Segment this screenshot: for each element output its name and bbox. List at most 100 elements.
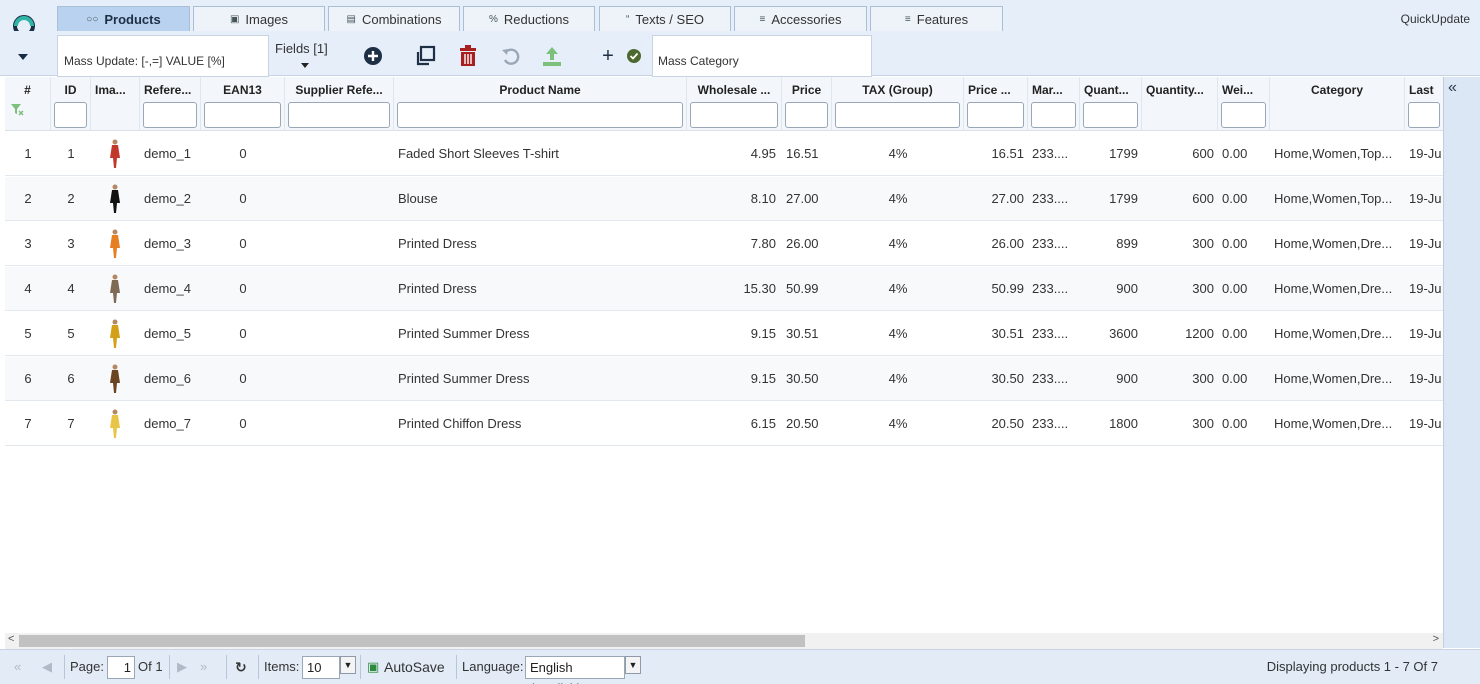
cell-category[interactable]: Home,Women,Dre...	[1270, 312, 1405, 356]
items-per-page-select[interactable]: 10	[302, 656, 340, 679]
cell-last[interactable]: 19-Ju	[1405, 132, 1443, 176]
cell-id[interactable]: 5	[51, 312, 91, 356]
cell-margin[interactable]: 233....	[1028, 177, 1080, 221]
product-thumbnail[interactable]	[101, 408, 129, 440]
save-icon[interactable]: ▣	[367, 659, 379, 675]
cell-weight[interactable]: 0.00	[1218, 357, 1270, 401]
cell-row-number[interactable]: 4	[5, 267, 51, 311]
cell-wholesale-price[interactable]: 4.95	[687, 132, 780, 176]
filter-input-ean13[interactable]	[204, 102, 281, 128]
cell-quantity[interactable]: 1799	[1080, 177, 1142, 221]
filter-input-supplier-reference[interactable]	[288, 102, 390, 128]
cell-ean13[interactable]: 0	[201, 312, 285, 356]
column-header-tax-group[interactable]: TAX (Group)	[832, 77, 964, 131]
filter-input-last[interactable]	[1408, 102, 1440, 128]
cell-weight[interactable]: 0.00	[1218, 402, 1270, 446]
page-number-input[interactable]: 1	[107, 656, 135, 679]
cell-product-name[interactable]: Printed Dress	[394, 267, 687, 311]
cell-quantity-physical[interactable]: 300	[1142, 402, 1218, 446]
cell-category[interactable]: Home,Women,Dre...	[1270, 402, 1405, 446]
column-header-product-name[interactable]: Product Name	[394, 77, 687, 131]
cell-quantity[interactable]: 899	[1080, 222, 1142, 266]
scroll-left-icon[interactable]: <	[8, 633, 14, 645]
cell-reference[interactable]: demo_7	[140, 402, 201, 446]
first-page-icon[interactable]: «	[14, 659, 21, 674]
cell-category[interactable]: Home,Women,Top...	[1270, 132, 1405, 176]
cell-wholesale-price[interactable]: 7.80	[687, 222, 780, 266]
filter-clear-icon[interactable]	[10, 102, 24, 116]
cell-price[interactable]: 30.50	[782, 357, 832, 401]
column-header-ean13[interactable]: EAN13	[201, 77, 285, 131]
cell-price[interactable]: 16.51	[782, 132, 832, 176]
column-header-margin[interactable]: Mar...	[1028, 77, 1080, 131]
cell-quantity[interactable]: 3600	[1080, 312, 1142, 356]
cell-quantity-physical[interactable]: 1200	[1142, 312, 1218, 356]
plus-icon[interactable]: +	[597, 45, 619, 67]
double-chevron-left-icon[interactable]: «	[1448, 79, 1457, 97]
delete-icon[interactable]	[457, 45, 479, 67]
cell-quantity[interactable]: 1799	[1080, 132, 1142, 176]
cell-product-name[interactable]: Blouse	[394, 177, 687, 221]
prev-page-icon[interactable]: ◀	[42, 659, 52, 675]
column-header-quantity-physical[interactable]: Quantity...	[1142, 77, 1218, 131]
cell-product-name[interactable]: Printed Dress	[394, 222, 687, 266]
cell-tax-group[interactable]: 4%	[832, 222, 964, 266]
column-header-wholesale-price[interactable]: Wholesale ...	[687, 77, 782, 131]
cell-quantity[interactable]: 900	[1080, 357, 1142, 401]
cell-id[interactable]: 3	[51, 222, 91, 266]
column-header-price[interactable]: Price	[782, 77, 832, 131]
next-page-icon[interactable]: ▶	[177, 659, 187, 675]
cell-tax-group[interactable]: 4%	[832, 177, 964, 221]
cell-ean13[interactable]: 0	[201, 267, 285, 311]
scrollbar-thumb[interactable]	[19, 635, 805, 647]
cell-product-name[interactable]: Printed Summer Dress	[394, 312, 687, 356]
horizontal-scrollbar[interactable]: < >	[5, 633, 1443, 649]
fields-button[interactable]: Fields [1]	[275, 41, 328, 56]
cell-tax-group[interactable]: 4%	[832, 312, 964, 356]
product-thumbnail[interactable]	[101, 228, 129, 260]
column-header-id[interactable]: ID	[51, 77, 91, 131]
table-row[interactable]: 4 4 demo_4 0 Printed Dress 15.30 50.99 4% 50.99 2…	[5, 267, 1443, 311]
cell-product-name[interactable]: Faded Short Sleeves T-shirt	[394, 132, 687, 176]
product-thumbnail[interactable]	[101, 363, 129, 395]
cell-reference[interactable]: demo_3	[140, 222, 201, 266]
tab-images[interactable]: ▣ Images	[193, 6, 325, 32]
cell-last[interactable]: 19-Ju	[1405, 312, 1443, 356]
cell-product-name[interactable]: Printed Summer Dress	[394, 357, 687, 401]
cell-weight[interactable]: 0.00	[1218, 267, 1270, 311]
cell-weight[interactable]: 0.00	[1218, 222, 1270, 266]
cell-last[interactable]: 19-Ju	[1405, 357, 1443, 401]
cell-quantity-physical[interactable]: 300	[1142, 357, 1218, 401]
cell-price[interactable]: 26.00	[782, 222, 832, 266]
filter-input-tax-group[interactable]	[835, 102, 960, 128]
cell-weight[interactable]: 0.00	[1218, 177, 1270, 221]
column-header-image[interactable]: Ima...	[91, 77, 140, 131]
check-circle-icon[interactable]	[623, 45, 645, 67]
cell-price[interactable]: 30.51	[782, 312, 832, 356]
mass-update-input[interactable]: Mass Update: [-,=] VALUE [%]	[57, 35, 269, 77]
add-product-icon[interactable]	[362, 45, 384, 67]
cell-price[interactable]: 27.00	[782, 177, 832, 221]
cell-wholesale-price[interactable]: 15.30	[687, 267, 780, 311]
column-header-reference[interactable]: Refere...	[140, 77, 201, 131]
cell-weight[interactable]: 0.00	[1218, 132, 1270, 176]
cell-price-tax-incl[interactable]: 30.50	[964, 357, 1028, 401]
cell-tax-group[interactable]: 4%	[832, 402, 964, 446]
cell-price-tax-incl[interactable]: 26.00	[964, 222, 1028, 266]
scroll-right-icon[interactable]: >	[1433, 633, 1439, 645]
cell-category[interactable]: Home,Women,Dre...	[1270, 357, 1405, 401]
cell-id[interactable]: 4	[51, 267, 91, 311]
cell-reference[interactable]: demo_4	[140, 267, 201, 311]
upload-icon[interactable]	[541, 45, 563, 67]
filter-input-wholesale-price[interactable]	[690, 102, 778, 128]
cell-row-number[interactable]: 2	[5, 177, 51, 221]
chevron-down-icon[interactable]	[301, 63, 309, 68]
filter-input-price-tax-incl[interactable]	[967, 102, 1024, 128]
table-row[interactable]: 2 2 demo_2 0 Blouse 8.10 27.00 4% 27.00 233.... 17…	[5, 177, 1443, 221]
cell-reference[interactable]: demo_1	[140, 132, 201, 176]
cell-category[interactable]: Home,Women,Top...	[1270, 177, 1405, 221]
mass-category-input[interactable]: Mass Category	[652, 35, 872, 77]
filter-input-margin[interactable]	[1031, 102, 1076, 128]
cell-tax-group[interactable]: 4%	[832, 357, 964, 401]
table-row[interactable]: 1 1 demo_1 0 Faded Short Sleeves T-shirt 4.95…	[5, 132, 1443, 176]
